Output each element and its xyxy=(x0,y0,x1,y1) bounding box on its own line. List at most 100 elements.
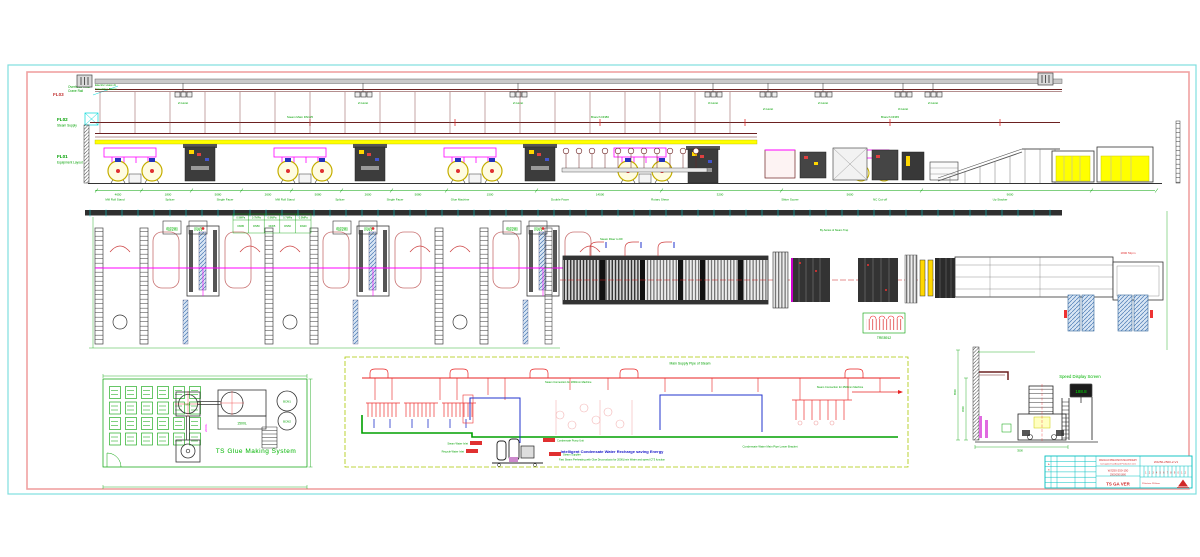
svg-text:BCM1: BCM1 xyxy=(283,400,291,404)
title-note: 250m/min·2500mm xyxy=(1142,483,1160,485)
bracket-note: Condensate Water Main Pipe Lower Bracket xyxy=(742,445,797,449)
svg-text:Branch DN80: Branch DN80 xyxy=(591,115,609,119)
glue-dim-label: 2000L xyxy=(204,423,208,432)
title-block: A B WANLIAN PRECISION MACHINERY Corrugat… xyxy=(1045,456,1192,488)
svg-text:DN50: DN50 xyxy=(284,224,291,228)
speed-display-screen: 188.8 xyxy=(1070,384,1092,440)
company-subtitle: Corrugated Cardboard Production Line xyxy=(1100,463,1137,466)
plan-view: 电控柜风机 电控柜风机 电控柜风机 0.9MPa0.7MPa 0.9MPa0.7… xyxy=(85,210,1167,351)
steam-notes: Steam Main DN125 Branch DN80 Branch DN65 xyxy=(287,115,899,119)
wall-column-ticks xyxy=(90,210,1050,217)
svg-text:2t Hoist: 2t Hoist xyxy=(763,107,773,111)
svg-text:Mill Roll Stand: Mill Roll Stand xyxy=(275,198,295,202)
diagram-subtitle: Fast Steam Preheating with Glue Dry-prod… xyxy=(559,458,666,462)
fl2-code: FL02 xyxy=(57,117,68,122)
bridge-posts xyxy=(100,92,730,133)
section-dim2: 4500 xyxy=(961,406,965,412)
svg-text:2600: 2600 xyxy=(265,193,272,197)
condensate-return-2 xyxy=(660,395,762,432)
stairs-icon xyxy=(262,427,277,448)
svg-text:Rotary Shear: Rotary Shear xyxy=(651,198,669,202)
plan-wall xyxy=(85,210,1062,216)
df-steam-risers xyxy=(590,242,674,256)
board-stack xyxy=(1056,156,1090,181)
drawing-title: TS GA VER xyxy=(1106,482,1130,487)
svg-text:Recycle Water Inlet: Recycle Water Inlet xyxy=(442,450,465,454)
overhead-pipe xyxy=(979,372,1008,380)
steam-manifolds xyxy=(366,403,476,428)
svg-text:1500: 1500 xyxy=(487,193,494,197)
svg-text:DN80: DN80 xyxy=(237,224,244,228)
svg-text:TRE8912: TRE8912 xyxy=(877,336,891,340)
svg-text:风机: 风机 xyxy=(534,226,542,232)
svg-text:电控柜: 电控柜 xyxy=(506,226,518,232)
roll-stand-module xyxy=(265,221,430,344)
svg-text:188.8: 188.8 xyxy=(1075,389,1087,394)
svg-text:3t Hoist: 3t Hoist xyxy=(708,101,718,105)
section-dim3: 3500 xyxy=(1017,449,1023,453)
svg-text:5600: 5600 xyxy=(847,193,854,197)
fl1-label: Equipment Layout xyxy=(57,161,83,165)
condensate-bus-pipe xyxy=(362,415,898,437)
svg-text:Splicer: Splicer xyxy=(335,198,344,202)
svg-text:Steam Water Inlet: Steam Water Inlet xyxy=(447,442,468,446)
board-stack xyxy=(1101,156,1149,181)
fl1-code: FL01 xyxy=(57,154,68,159)
crane-rail-beam xyxy=(95,79,1062,84)
elevation-view: 2t Hoist 2t Hoist 2t Hoist 3t Hoist 2t H… xyxy=(77,73,1180,202)
pink-duct xyxy=(985,420,988,438)
svg-text:Slitter Scorer: Slitter Scorer xyxy=(781,198,798,202)
glue-storage-tank: 1500L xyxy=(198,390,267,429)
single-facer-icon xyxy=(353,144,387,181)
steam-trap-station: TRE8912 xyxy=(863,313,905,340)
branch-drops xyxy=(375,378,880,400)
svg-text:0.9MPa: 0.9MPa xyxy=(236,216,245,220)
svg-text:5080: 5080 xyxy=(415,193,422,197)
machine-section xyxy=(1018,384,1066,442)
condensate-pump-unit xyxy=(492,439,543,467)
svg-text:3200: 3200 xyxy=(717,193,724,197)
svg-text:DN65: DN65 xyxy=(269,224,276,228)
diagram-blue-title: Intelligent Condensate Water Recharge sa… xyxy=(561,449,665,454)
svg-text:风机: 风机 xyxy=(364,226,372,232)
svg-text:0.9MPa: 0.9MPa xyxy=(268,216,277,220)
glue-making-room: MIX 2000L 1500L BCM1 BCM2 TS Glue Making… xyxy=(103,374,313,489)
fl2-label: Steam Supply xyxy=(57,124,77,128)
hoist-trolley-icon xyxy=(77,75,92,87)
svg-text:2600: 2600 xyxy=(365,193,372,197)
svg-text:电控柜: 电控柜 xyxy=(336,226,348,232)
up-stacker xyxy=(938,121,1180,183)
roll-stand-module xyxy=(95,221,260,344)
mill-roll-stand-icon xyxy=(278,158,332,183)
dryer-coils-ghost xyxy=(556,400,632,435)
svg-text:5080: 5080 xyxy=(215,193,222,197)
right-manifold xyxy=(792,390,903,425)
svg-text:2t Hoist: 2t Hoist xyxy=(928,101,938,105)
svg-text:14500: 14500 xyxy=(596,193,605,197)
svg-text:0.7MPa: 0.7MPa xyxy=(252,216,261,220)
drawing-number: WJ250-2500-2-V1 xyxy=(1154,460,1179,464)
building-column xyxy=(84,125,89,183)
dry-end-machines xyxy=(765,148,958,180)
svg-text:Splicer: Splicer xyxy=(165,198,174,202)
mill-roll-stand-icon xyxy=(108,158,162,183)
svg-text:Up Stacker: Up Stacker xyxy=(993,198,1008,202)
svg-text:DN50: DN50 xyxy=(253,224,260,228)
hoist-labels: 2t Hoist 2t Hoist 2t Hoist 3t Hoist 2t H… xyxy=(178,101,938,111)
riser-note: Steam Riser to DF xyxy=(600,237,623,241)
svg-text:2t Hoist: 2t Hoist xyxy=(358,101,368,105)
svg-text:Mill Roll Stand: Mill Roll Stand xyxy=(105,198,125,202)
mill-roll-stand-icon xyxy=(448,158,502,183)
section-dim1: 8500 xyxy=(953,389,957,395)
preheater-row xyxy=(562,148,707,172)
model-sub: 2500/250/1800 xyxy=(1110,473,1127,476)
svg-text:风机: 风机 xyxy=(194,226,202,232)
svg-text:1800: 1800 xyxy=(165,193,172,197)
trap-note: By-Series of Steam Trap xyxy=(820,228,849,232)
svg-text:Steam Main DN125: Steam Main DN125 xyxy=(287,115,314,119)
bridge-walkway xyxy=(95,140,757,144)
company-name: WANLIAN PRECISION MACHINERY xyxy=(1099,459,1137,462)
svg-text:NC Cut-off: NC Cut-off xyxy=(873,198,887,202)
connection-note-left: Steam Connection for 1800mm Machine xyxy=(545,380,592,384)
cell-row: 1 2 3 4 5 6 7 8 9 0 1 2 xyxy=(1145,472,1187,475)
